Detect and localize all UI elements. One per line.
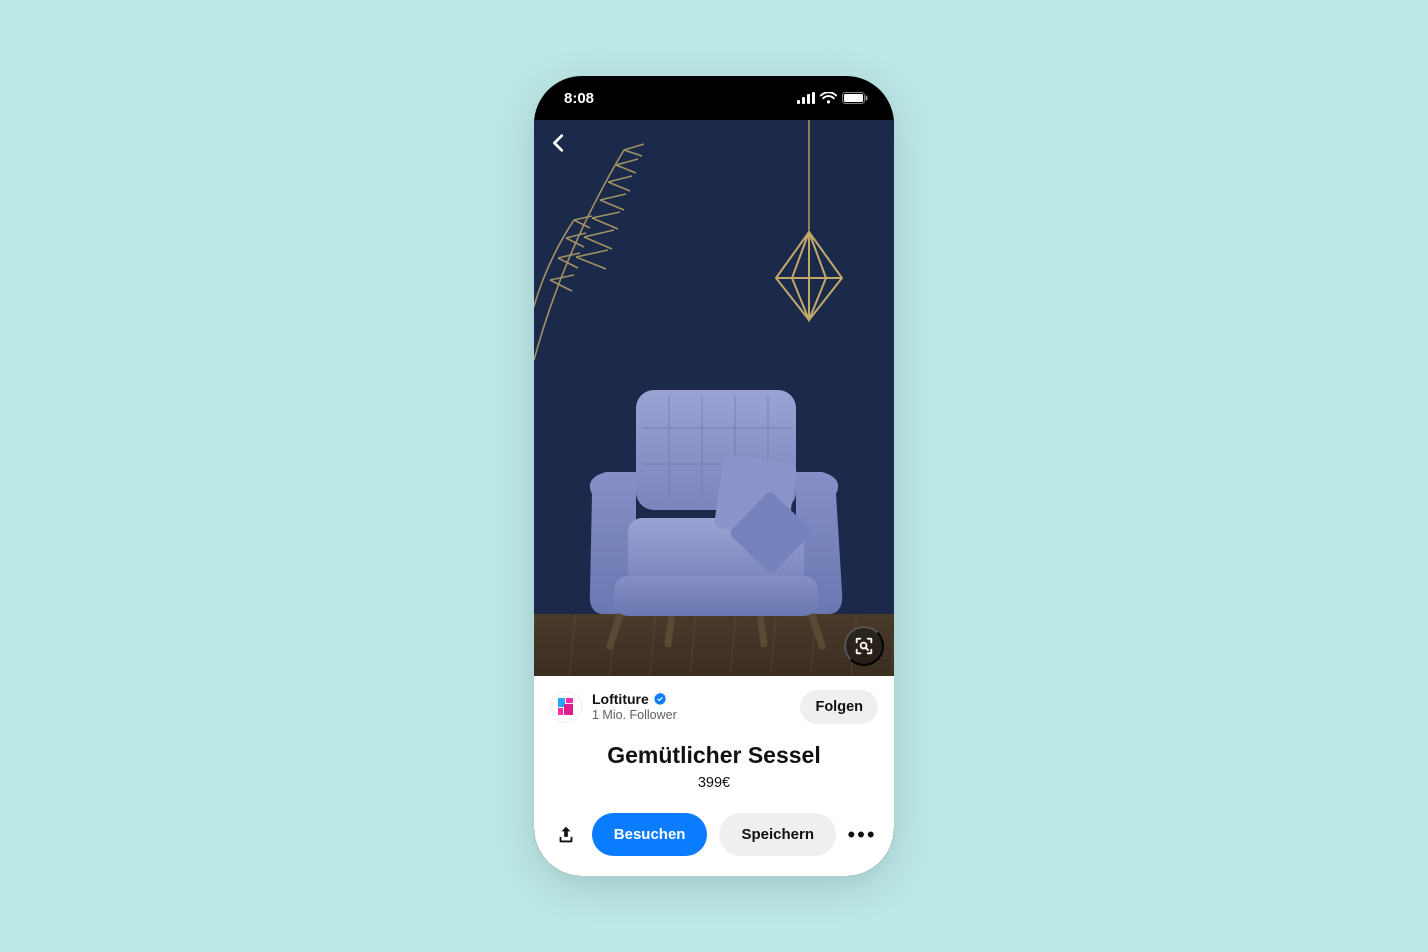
decor-armchair-icon [574,382,854,652]
visit-button[interactable]: Besuchen [592,813,708,856]
save-button[interactable]: Speichern [719,813,836,856]
decor-palm-icon [534,120,684,370]
follow-button[interactable]: Folgen [800,690,878,724]
more-button[interactable]: ••• [848,821,876,849]
visual-search-icon [853,635,875,657]
more-icon: ••• [847,822,876,848]
product-title: Gemütlicher Sessel [550,742,878,769]
pin-image[interactable] [534,120,894,676]
decor-lamp-icon [764,120,854,330]
phone-frame: 8:08 [534,76,894,876]
share-button[interactable] [552,821,580,849]
status-bar: 8:08 [534,76,894,120]
creator-text[interactable]: Loftiture 1 Mio. Follower [592,691,790,723]
creator-row: Loftiture 1 Mio. Follower Folgen [550,690,878,724]
wifi-icon [820,92,837,104]
pin-detail-sheet: Loftiture 1 Mio. Follower Folgen Gemütli… [534,676,894,876]
status-time: 8:08 [564,90,594,107]
action-row: Besuchen Speichern ••• [550,813,878,856]
verified-badge-icon [653,692,667,706]
chevron-left-icon [548,132,570,154]
battery-icon [842,92,868,104]
creator-followers: 1 Mio. Follower [592,708,790,723]
visual-search-button[interactable] [844,626,884,666]
cellular-icon [797,92,815,104]
back-button[interactable] [548,132,570,157]
product-price: 399€ [550,775,878,791]
creator-avatar[interactable] [550,691,582,723]
creator-name: Loftiture [592,691,649,708]
share-icon [555,824,577,846]
status-indicators [797,92,868,104]
creator-logo-icon [555,696,577,718]
